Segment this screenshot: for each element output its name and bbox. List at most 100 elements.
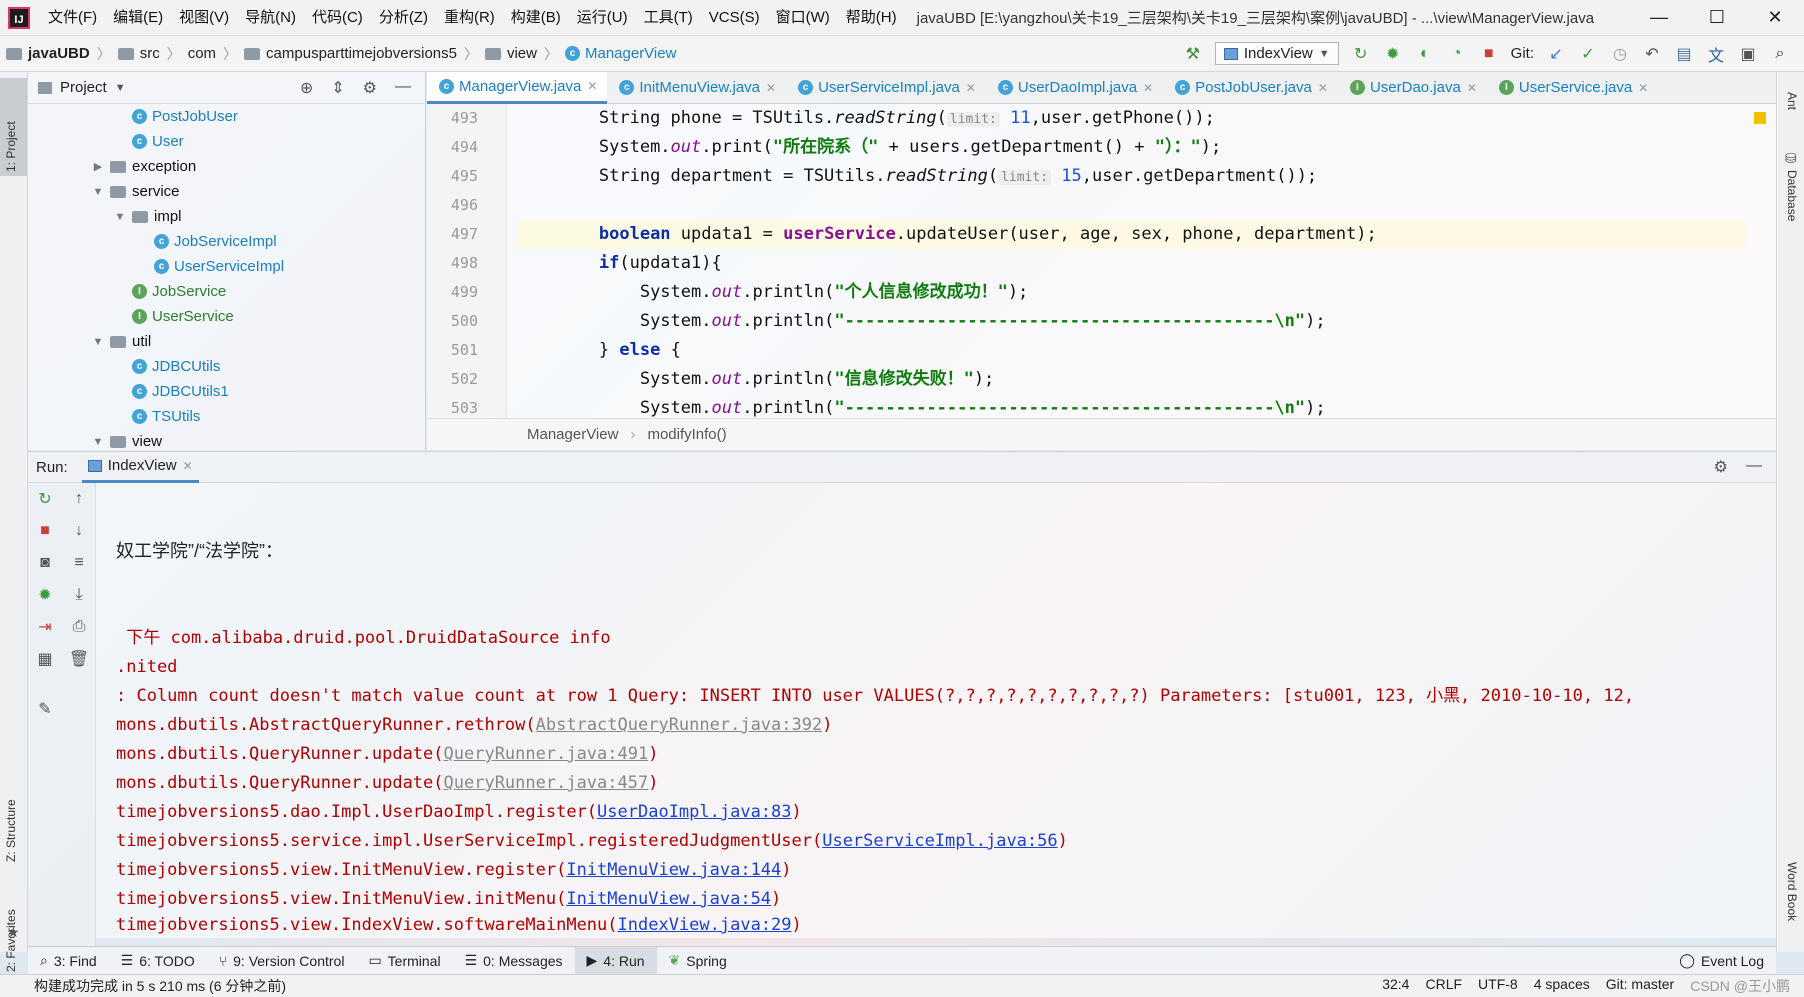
editor-tab[interactable]: c PostJobUser.java ✕ bbox=[1163, 72, 1338, 104]
code-line-495[interactable]: String department = TSUtils.readString(l… bbox=[517, 162, 1746, 191]
tree-item[interactable]: c PostJobUser bbox=[28, 104, 425, 129]
tree-item[interactable]: c UserServiceImpl bbox=[28, 254, 425, 279]
menu-file[interactable]: 文件(F) bbox=[40, 0, 105, 36]
wordbook-tool-label[interactable]: Word Book bbox=[1785, 862, 1799, 921]
menu-build[interactable]: 构建(B) bbox=[503, 0, 569, 36]
camera-icon[interactable]: ◙ bbox=[28, 547, 62, 579]
line-separator[interactable]: CRLF bbox=[1425, 976, 1462, 996]
menu-vcs[interactable]: VCS(S) bbox=[701, 0, 768, 36]
tab-run[interactable]: ▶ 4: Run bbox=[574, 946, 657, 975]
file-encoding[interactable]: UTF-8 bbox=[1478, 976, 1518, 996]
tree-item[interactable]: c JDBCUtils1 bbox=[28, 379, 425, 404]
stacktrace-link[interactable]: InitMenuView.java:54 bbox=[566, 889, 771, 909]
trash-icon[interactable]: 🗑 bbox=[62, 643, 96, 675]
tree-expand-icon[interactable]: ▼ bbox=[90, 436, 106, 448]
scroll-to-end-icon[interactable]: ⤓ bbox=[62, 579, 96, 611]
layout-icon[interactable]: ▦ bbox=[28, 643, 62, 675]
tree-expand-icon[interactable]: ▼ bbox=[90, 186, 106, 198]
editor-crumb-method[interactable]: modifyInfo() bbox=[647, 426, 726, 443]
editor-tab[interactable]: c UserDaoImpl.java ✕ bbox=[986, 72, 1163, 104]
stacktrace-link[interactable]: UserServiceImpl.java:56 bbox=[822, 831, 1057, 851]
close-icon[interactable]: ✕ bbox=[1318, 81, 1328, 95]
close-icon[interactable]: ✕ bbox=[766, 81, 776, 95]
breadcrumb-com[interactable]: com bbox=[188, 45, 216, 62]
breadcrumb-package[interactable]: campusparttimejobversions5 bbox=[266, 45, 457, 62]
close-icon[interactable]: ✕ bbox=[183, 459, 193, 473]
code-line-494[interactable]: System.out.print("所在院系（" + users.getDepa… bbox=[517, 133, 1746, 162]
code-line-502[interactable]: System.out.println("信息修改失败！"); bbox=[517, 365, 1746, 394]
close-icon[interactable]: ✕ bbox=[1638, 81, 1648, 95]
tree-expand-icon[interactable]: ▶ bbox=[90, 160, 106, 173]
gear-icon[interactable]: ⚙ bbox=[1714, 457, 1728, 477]
ant-tool-label[interactable]: Ant bbox=[1785, 92, 1799, 110]
menu-help[interactable]: 帮助(H) bbox=[838, 0, 905, 36]
warning-marker-icon[interactable] bbox=[1754, 112, 1766, 124]
menu-view[interactable]: 视图(V) bbox=[171, 0, 237, 36]
indent-setting[interactable]: 4 spaces bbox=[1534, 976, 1590, 996]
close-icon[interactable]: ✕ bbox=[587, 79, 597, 93]
code-line-500[interactable]: System.out.println("--------------------… bbox=[517, 307, 1746, 336]
presentation-icon[interactable]: ▣ bbox=[1738, 44, 1758, 64]
stacktrace-link[interactable]: QueryRunner.java:457 bbox=[444, 773, 649, 793]
rerun-icon[interactable]: ↻ bbox=[28, 483, 62, 515]
minimize-icon[interactable]: — bbox=[1630, 7, 1688, 28]
code-area[interactable]: String phone = TSUtils.readString(limit:… bbox=[517, 104, 1746, 418]
status-message[interactable]: 构建成功完成 in 5 s 210 ms (6 分钟之前) bbox=[34, 976, 286, 996]
project-tool-label[interactable]: 1: Project bbox=[4, 121, 18, 172]
tab-terminal[interactable]: ▭ Terminal bbox=[356, 947, 452, 975]
git-history-icon[interactable]: ◷ bbox=[1610, 44, 1630, 64]
project-structure-icon[interactable]: ▤ bbox=[1674, 44, 1694, 64]
code-line-496[interactable] bbox=[517, 191, 1746, 220]
structure-tool-label[interactable]: Z: Structure bbox=[4, 799, 18, 862]
tree-item[interactable]: I UserService bbox=[28, 304, 425, 329]
arrow-down-icon[interactable]: ↓ bbox=[62, 515, 96, 547]
tab-find[interactable]: ⌕ 3: Find bbox=[28, 947, 109, 975]
stacktrace-link[interactable]: QueryRunner.java:491 bbox=[444, 744, 649, 764]
git-commit-icon[interactable]: ✓ bbox=[1578, 44, 1598, 64]
close-icon[interactable]: ✕ bbox=[966, 81, 976, 95]
breadcrumb-class[interactable]: ManagerView bbox=[585, 45, 676, 62]
gear-icon[interactable]: ⚙ bbox=[363, 78, 377, 98]
chevron-down-icon[interactable]: ▼ bbox=[115, 82, 126, 94]
profile-icon[interactable]: ◔ bbox=[1447, 44, 1467, 64]
debug-bug-icon[interactable]: ✹ bbox=[28, 579, 62, 611]
tree-item[interactable]: c TSUtils bbox=[28, 404, 425, 429]
pin-icon[interactable]: ✎ bbox=[28, 693, 62, 725]
collapse-all-icon[interactable]: ⇕ bbox=[331, 78, 344, 98]
menu-tools[interactable]: 工具(T) bbox=[636, 0, 701, 36]
maximize-icon[interactable]: ☐ bbox=[1688, 7, 1746, 28]
breadcrumb-src[interactable]: src bbox=[140, 45, 160, 62]
stop-icon[interactable]: ■ bbox=[1479, 44, 1499, 64]
soft-wrap-icon[interactable]: ≡ bbox=[62, 547, 96, 579]
menu-code[interactable]: 代码(C) bbox=[304, 0, 371, 36]
stacktrace-link[interactable]: IndexView.java:29 bbox=[618, 915, 792, 935]
debug-bug-icon[interactable]: ✹ bbox=[1383, 44, 1403, 64]
code-line-499[interactable]: System.out.println("个人信息修改成功！"); bbox=[517, 278, 1746, 307]
tree-expand-icon[interactable]: ▼ bbox=[90, 336, 106, 348]
breadcrumb-project[interactable]: javaUBD bbox=[28, 45, 90, 62]
search-icon[interactable]: ⌕ bbox=[1770, 44, 1790, 64]
translate-icon[interactable]: 文 bbox=[1706, 44, 1726, 65]
menu-edit[interactable]: 编辑(E) bbox=[105, 0, 171, 36]
tree-item[interactable]: c User bbox=[28, 129, 425, 154]
editor-tab[interactable]: c UserServiceImpl.java ✕ bbox=[786, 72, 986, 104]
coverage-icon[interactable]: ◐ bbox=[1415, 44, 1435, 64]
editor-tab[interactable]: I UserService.java ✕ bbox=[1487, 72, 1658, 104]
exit-icon[interactable]: ⇥ bbox=[28, 611, 62, 643]
editor-tab[interactable]: c InitMenuView.java ✕ bbox=[607, 72, 786, 104]
code-line-497[interactable]: boolean updata1 = userService.updateUser… bbox=[517, 220, 1746, 249]
stacktrace-link[interactable]: AbstractQueryRunner.java:392 bbox=[536, 715, 823, 735]
console-output[interactable]: 奴工学院”/“法学院”： 下午 com.alibaba.druid.pool.D… bbox=[96, 483, 1776, 938]
editor-tab[interactable]: I UserDao.java ✕ bbox=[1338, 72, 1487, 104]
caret-position[interactable]: 32:4 bbox=[1382, 976, 1409, 996]
code-line-501[interactable]: } else { bbox=[517, 336, 1746, 365]
tree-item[interactable]: I JobService bbox=[28, 279, 425, 304]
database-tool-label[interactable]: Database bbox=[1785, 170, 1799, 221]
editor-tab[interactable]: c ManagerView.java ✕ bbox=[427, 71, 608, 104]
print-icon[interactable]: ⎙ bbox=[62, 611, 96, 643]
project-panel-title[interactable]: Project bbox=[60, 79, 107, 96]
git-rollback-icon[interactable]: ↶ bbox=[1642, 44, 1662, 64]
tree-item[interactable]: ▼ impl bbox=[28, 204, 425, 229]
hide-icon[interactable]: — bbox=[395, 78, 411, 98]
stacktrace-link[interactable]: InitMenuView.java:144 bbox=[566, 860, 781, 880]
